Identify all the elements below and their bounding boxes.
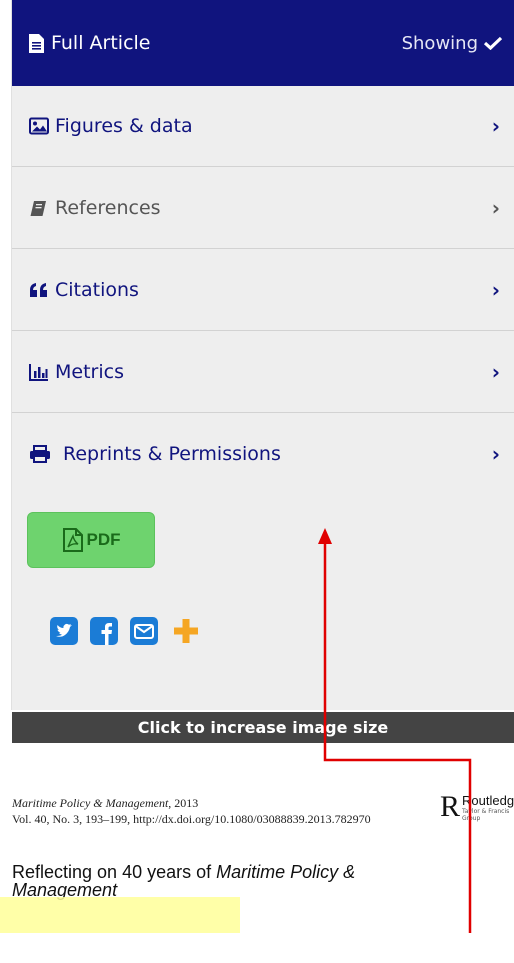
chevron-right-icon: › (491, 277, 500, 302)
header-title: Full Article (51, 32, 151, 54)
bar-chart-icon (29, 363, 48, 381)
menu-item-label-wrap: Figures & data (29, 115, 193, 137)
menu-item-label-wrap: Metrics (29, 361, 124, 383)
title-part1: Reflecting on 40 years of (12, 862, 217, 882)
increase-image-size-bar[interactable]: Click to increase image size (12, 712, 514, 743)
chevron-right-icon: › (491, 195, 500, 220)
email-share-button[interactable] (130, 617, 158, 645)
facebook-icon (90, 617, 118, 645)
routledge-r-icon: R (440, 790, 461, 823)
header-status: Showing (402, 33, 502, 54)
email-icon (130, 617, 158, 645)
menu-item-metrics[interactable]: Metrics › (12, 331, 514, 413)
journal-name: Maritime Policy & Management (12, 796, 169, 810)
publisher-logo: R Routledge Taylor & Francis Group (440, 790, 514, 823)
quote-icon (30, 282, 47, 297)
title-italic: Maritime Policy & (216, 862, 356, 882)
left-edge (0, 0, 12, 710)
publisher-name: Routledge (462, 793, 514, 808)
menu-item-references[interactable]: References › (12, 167, 514, 249)
journal-info: Maritime Policy & Management, 2013 Vol. … (12, 795, 371, 827)
chevron-right-icon: › (491, 359, 500, 384)
menu-label: References (55, 196, 161, 219)
menu-item-label-wrap: References (29, 197, 161, 219)
document-icon (29, 33, 44, 53)
journal-line-2: Vol. 40, No. 3, 193–199, http://dx.doi.o… (12, 812, 371, 826)
article-title: Reflecting on 40 years of Maritime Polic… (12, 863, 452, 899)
yellow-highlight (0, 897, 240, 933)
image-icon (29, 117, 49, 135)
caption-text: Click to increase image size (137, 718, 389, 737)
full-article-header[interactable]: Full Article Showing (12, 0, 514, 86)
facebook-share-button[interactable] (90, 617, 118, 645)
twitter-share-button[interactable] (50, 617, 78, 645)
pdf-file-icon (62, 528, 83, 552)
header-left: Full Article (29, 32, 150, 54)
print-icon (30, 445, 50, 463)
status-text: Showing (401, 32, 478, 54)
menu-item-citations[interactable]: Citations › (12, 249, 514, 331)
journal-line-1: Maritime Policy & Management, 2013 (12, 795, 371, 811)
book-icon (30, 200, 46, 216)
check-icon (484, 36, 502, 50)
menu-item-reprints-permissions[interactable]: Reprints & Permissions › (12, 413, 514, 495)
twitter-icon (50, 617, 78, 645)
plus-icon (174, 619, 198, 643)
more-share-button[interactable] (172, 617, 200, 645)
publisher-subtitle: Taylor & Francis Group (462, 808, 510, 822)
menu-label: Metrics (55, 360, 124, 383)
pdf-download-button[interactable]: PDF (27, 512, 155, 568)
menu-item-figures-data[interactable]: Figures & data › (12, 86, 514, 167)
journal-year: , 2013 (168, 796, 199, 810)
publisher-text: Routledge Taylor & Francis Group (462, 793, 514, 823)
chevron-right-icon: › (491, 442, 500, 466)
menu-item-label-wrap: Reprints & Permissions (29, 443, 281, 465)
chevron-right-icon: › (491, 114, 500, 138)
menu-item-label-wrap: Citations (29, 279, 139, 301)
menu-label: Figures & data (55, 115, 193, 137)
pdf-label: PDF (86, 530, 121, 549)
menu-label: Citations (55, 278, 139, 301)
article-options-panel: Full Article Showing Figures & data › Re… (12, 0, 514, 710)
menu-label: Reprints & Permissions (63, 443, 281, 465)
